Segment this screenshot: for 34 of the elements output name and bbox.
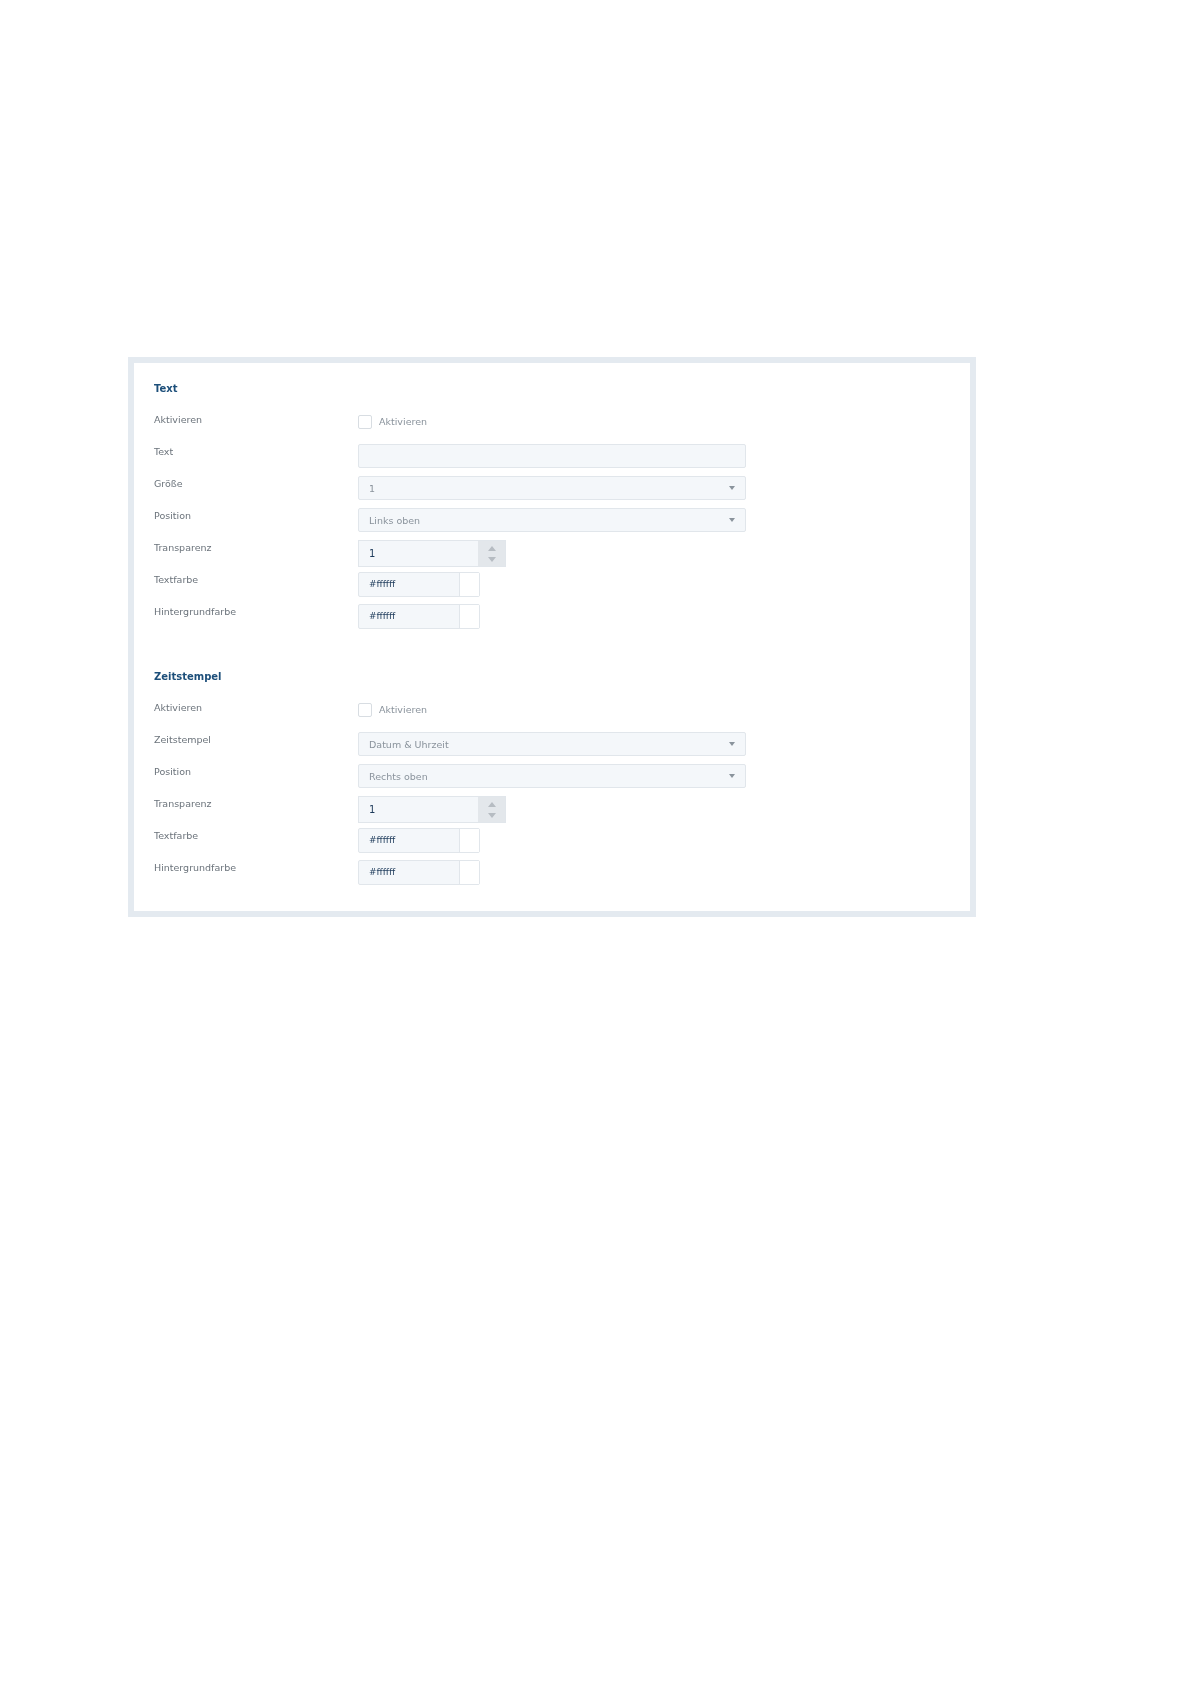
color-field[interactable]: #ffffff (358, 604, 480, 629)
field-label: Position (154, 509, 192, 523)
section-title: Zeitstempel (154, 671, 223, 682)
field-label: Text (154, 445, 175, 459)
number-field[interactable]: 1 (358, 540, 506, 567)
field-label: Zeitstempel (154, 733, 212, 747)
text-field[interactable] (358, 444, 746, 468)
number-field[interactable]: 1 (358, 796, 506, 823)
field-label: Hintergrundfarbe (154, 861, 238, 875)
color-swatch[interactable] (459, 605, 479, 628)
color-field[interactable]: #ffffff (358, 860, 480, 885)
color-swatch[interactable] (459, 829, 479, 852)
field-label: Größe (154, 477, 184, 491)
field-label: Hintergrundfarbe (154, 605, 238, 619)
spinner-arrows-icon[interactable] (478, 541, 505, 566)
caret-icon (729, 774, 735, 778)
caret-icon (729, 486, 735, 490)
field-label: Position (154, 765, 192, 779)
caret-icon (729, 742, 735, 746)
field-label: Aktivieren (154, 413, 204, 427)
checkbox[interactable] (358, 703, 372, 717)
spinner-arrows-icon[interactable] (478, 797, 505, 822)
caret-icon (729, 518, 735, 522)
color-field[interactable]: #ffffff (358, 828, 480, 853)
field-label: Textfarbe (154, 829, 200, 843)
field-label: Textfarbe (154, 573, 200, 587)
color-swatch[interactable] (459, 861, 479, 884)
field-label: Transparenz (154, 797, 213, 811)
checkbox[interactable] (358, 415, 372, 429)
section-title: Text (154, 383, 179, 394)
color-field[interactable]: #ffffff (358, 572, 480, 597)
field-label: Transparenz (154, 541, 213, 555)
color-swatch[interactable] (459, 573, 479, 596)
field-label: Aktivieren (154, 701, 204, 715)
